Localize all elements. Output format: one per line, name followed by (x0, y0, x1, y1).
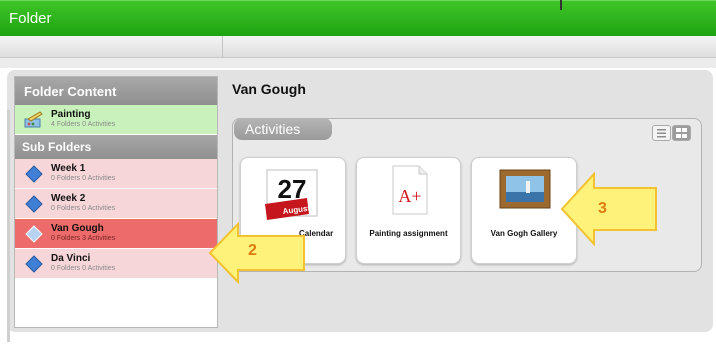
calendar-icon: 27 August (265, 169, 318, 220)
grid-view-button[interactable] (672, 125, 691, 141)
activity-card-label: Painting assignment (369, 229, 448, 238)
list-view-button[interactable] (652, 125, 671, 141)
folder-item-van-gough[interactable]: Van Gough 0 Folders 3 Activities (15, 219, 217, 249)
folder-item-meta: 0 Folders 0 Activities (51, 205, 116, 212)
folder-item-name: Van Gough (51, 223, 104, 234)
folder-item-painting[interactable]: Painting 4 Folders 0 Activities (15, 105, 217, 135)
folder-diamond-icon (25, 195, 43, 213)
folder-item-name: Week 1 (51, 163, 86, 174)
subfolders-header: Sub Folders (15, 135, 217, 159)
toolbar-band (0, 58, 716, 68)
folder-item-name: Da Vinci (51, 253, 91, 264)
toolbar-divider (222, 36, 223, 58)
callout-arrow-2: 2 (208, 221, 308, 285)
folder-content-header: Folder Content (15, 77, 217, 105)
left-arrow-icon (560, 171, 657, 247)
folder-diamond-icon (25, 165, 43, 183)
folder-item-name: Week 2 (51, 193, 86, 204)
folder-item-week-2[interactable]: Week 2 0 Folders 0 Activities (15, 189, 217, 219)
document-grade-icon: A+ (392, 165, 428, 215)
grade-text: A+ (398, 186, 421, 206)
title-bar: Folder (0, 0, 716, 36)
activity-card-painting-assignment[interactable]: A+ Painting assignment (356, 157, 461, 264)
folder-item-da-vinci[interactable]: Da Vinci 0 Folders 0 Activities (15, 249, 217, 279)
callout-number: 3 (598, 200, 607, 217)
picture-frame-icon (499, 169, 551, 209)
folder-item-meta: 0 Folders 0 Activities (51, 175, 116, 182)
folder-content-panel: Folder Content Painting 4 Folders 0 Acti… (14, 76, 218, 328)
page-title: Van Gough (232, 81, 306, 97)
folder-item-week-1[interactable]: Week 1 0 Folders 0 Activities (15, 159, 217, 189)
text-cursor (560, 0, 562, 10)
window-title: Folder (9, 10, 52, 27)
folder-item-meta: 0 Folders 0 Activities (51, 265, 116, 272)
folder-item-meta: 4 Folders 0 Activities (51, 121, 116, 128)
panel-edge (7, 110, 10, 342)
callout-number: 2 (248, 242, 257, 259)
paint-palette-icon (24, 111, 43, 128)
folder-diamond-icon (25, 255, 43, 273)
callout-arrow-3: 3 (560, 171, 660, 247)
folder-diamond-open-icon (25, 225, 43, 243)
grid-view-icon (676, 128, 687, 138)
list-view-icon (657, 129, 666, 138)
toolbar (0, 36, 716, 58)
left-arrow-icon (208, 221, 305, 285)
tab-activities[interactable]: Activities (234, 118, 332, 140)
folder-item-meta: 0 Folders 3 Activities (51, 235, 116, 242)
folder-item-name: Painting (51, 109, 91, 120)
